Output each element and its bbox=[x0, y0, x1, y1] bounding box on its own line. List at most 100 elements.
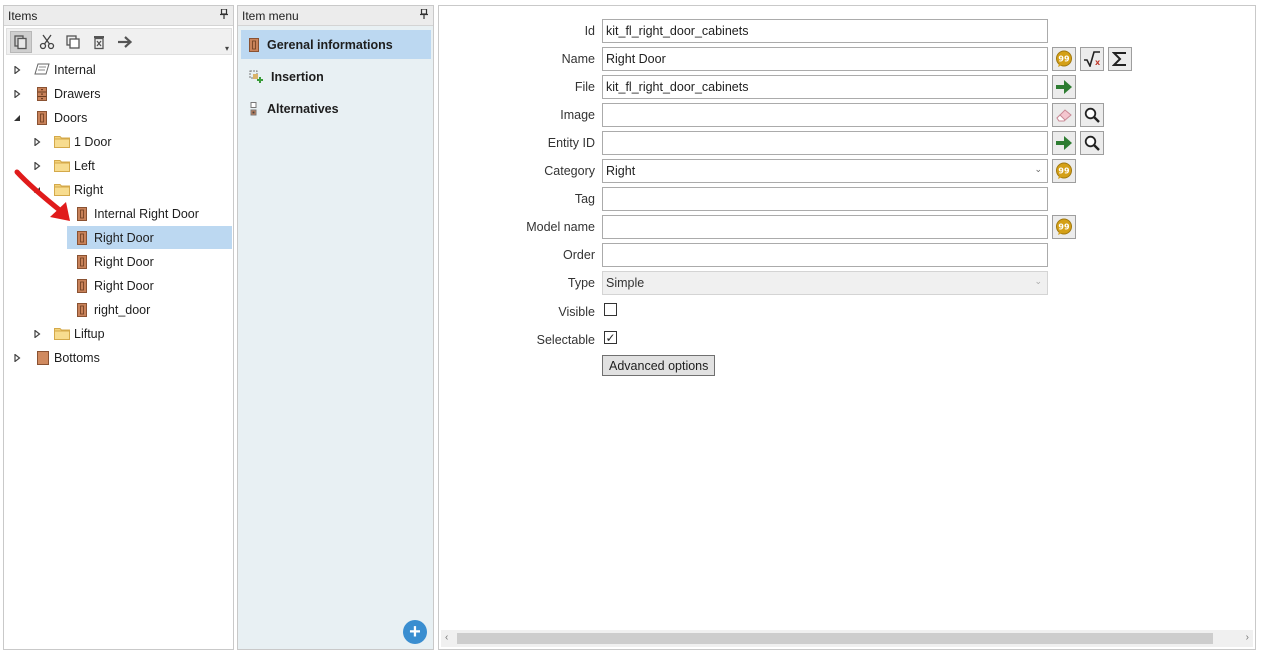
chevron-down-icon[interactable]: ⌄ bbox=[1034, 164, 1042, 175]
delete-icon[interactable] bbox=[88, 31, 110, 53]
insertion-icon bbox=[249, 70, 263, 83]
collapsed-arrow-icon[interactable] bbox=[32, 137, 42, 147]
svg-text:x: x bbox=[1095, 58, 1101, 67]
name-field[interactable]: Right Door bbox=[602, 47, 1048, 71]
pin-icon[interactable] bbox=[419, 8, 429, 22]
image-field[interactable] bbox=[602, 103, 1048, 127]
expanded-arrow-icon[interactable] bbox=[12, 113, 22, 123]
items-panel: Items ▾ Internal Drawers Doors 1 Door Left Ri… bbox=[3, 5, 234, 650]
door-icon bbox=[77, 255, 87, 272]
search-icon bbox=[1084, 135, 1100, 151]
row-entity-id: Entity ID bbox=[439, 131, 1255, 155]
row-name: Name Right Door 99 x bbox=[439, 47, 1255, 71]
toolbar-overflow-icon[interactable]: ▾ bbox=[225, 44, 229, 53]
menu-item-insertion[interactable]: Insertion bbox=[241, 62, 431, 91]
menu-item-label: Insertion bbox=[271, 69, 324, 84]
tree-node[interactable]: Doors bbox=[4, 106, 233, 130]
tree-node[interactable]: Right Door bbox=[4, 250, 233, 274]
menu-item-alternatives[interactable]: Alternatives bbox=[241, 94, 431, 123]
translate-button[interactable]: 99 bbox=[1052, 47, 1076, 71]
item-menu-title: Item menu bbox=[242, 8, 299, 23]
tree-node-label: Internal bbox=[54, 63, 96, 77]
tree-node-label: Right Door bbox=[94, 255, 154, 269]
entity-id-field[interactable] bbox=[602, 131, 1048, 155]
row-file: File kit_fl_right_door_cabinets bbox=[439, 75, 1255, 99]
name-label: Name bbox=[561, 52, 595, 66]
formula-button[interactable]: x bbox=[1080, 47, 1104, 71]
item-menu-panel: Item menu Gerenal informations Insertion… bbox=[237, 5, 434, 650]
tree-node-label: Doors bbox=[54, 111, 88, 125]
add-circle-icon[interactable]: + bbox=[403, 620, 427, 644]
translate-icon: 99 bbox=[1056, 162, 1072, 179]
row-order: Order bbox=[439, 243, 1255, 267]
tree-node[interactable]: Drawers bbox=[4, 82, 233, 106]
door-icon bbox=[249, 37, 259, 52]
type-label: Type bbox=[567, 276, 595, 290]
cut-icon[interactable] bbox=[36, 31, 58, 53]
green-arrow-icon bbox=[1056, 136, 1072, 150]
pin-icon[interactable] bbox=[219, 8, 229, 22]
tag-label: Tag bbox=[574, 192, 595, 206]
search-icon bbox=[1084, 107, 1100, 123]
copy-icon[interactable] bbox=[10, 30, 32, 53]
type-select: Simple ⌄ bbox=[602, 271, 1048, 295]
translate-icon: 99 bbox=[1056, 218, 1072, 235]
visible-label: Visible bbox=[558, 305, 595, 319]
collapsed-arrow-icon[interactable] bbox=[12, 65, 22, 75]
model-name-field[interactable] bbox=[602, 215, 1048, 239]
door-icon bbox=[77, 231, 87, 248]
tree-node[interactable]: Bottoms bbox=[4, 346, 233, 370]
collapsed-arrow-icon[interactable] bbox=[12, 89, 22, 99]
clear-image-button[interactable] bbox=[1052, 103, 1076, 127]
scroll-right-icon[interactable]: › bbox=[1246, 632, 1249, 643]
bottom-icon bbox=[37, 351, 49, 368]
chevron-down-icon: ⌄ bbox=[1034, 276, 1042, 286]
tree-node-label: Right Door bbox=[94, 279, 154, 293]
tree-node-label: right_door bbox=[94, 303, 151, 317]
collapsed-arrow-icon[interactable] bbox=[32, 329, 42, 339]
tree-node[interactable]: right_door bbox=[4, 298, 233, 322]
visible-checkbox[interactable] bbox=[604, 303, 617, 316]
advanced-options-button[interactable]: Advanced options bbox=[602, 355, 716, 376]
door-icon bbox=[77, 279, 87, 296]
sigma-icon bbox=[1112, 52, 1126, 66]
type-value: Simple bbox=[606, 276, 645, 290]
scroll-left-icon[interactable]: ‹ bbox=[445, 632, 448, 643]
svg-text:99: 99 bbox=[1058, 167, 1070, 176]
file-field[interactable]: kit_fl_right_door_cabinets bbox=[602, 75, 1048, 99]
row-category: Category Right ⌄ 99 bbox=[439, 159, 1255, 183]
items-panel-header: Items bbox=[4, 6, 233, 26]
scrollbar-thumb[interactable] bbox=[457, 633, 1213, 644]
item-menu-header: Item menu bbox=[238, 6, 433, 26]
duplicate-icon[interactable] bbox=[62, 31, 84, 53]
go-entity-button[interactable] bbox=[1052, 131, 1076, 155]
tree-node-label: Liftup bbox=[74, 327, 105, 341]
selectable-label: Selectable bbox=[536, 333, 595, 347]
translate-category-button[interactable]: 99 bbox=[1052, 159, 1076, 183]
translate-model-button[interactable]: 99 bbox=[1052, 215, 1076, 239]
order-field[interactable] bbox=[602, 243, 1048, 267]
tree-node-label: Internal Right Door bbox=[94, 207, 199, 221]
id-field[interactable]: kit_fl_right_door_cabinets bbox=[602, 19, 1048, 43]
category-select[interactable]: Right ⌄ bbox=[602, 159, 1048, 183]
collapsed-arrow-icon[interactable] bbox=[12, 353, 22, 363]
tag-field[interactable] bbox=[602, 187, 1048, 211]
eraser-icon bbox=[1056, 109, 1072, 122]
annotation-arrow-icon bbox=[14, 169, 70, 221]
menu-item-general-informations[interactable]: Gerenal informations bbox=[241, 30, 431, 59]
tree-node[interactable]: Liftup bbox=[4, 322, 233, 346]
browse-image-button[interactable] bbox=[1080, 103, 1104, 127]
search-entity-button[interactable] bbox=[1080, 131, 1104, 155]
tree-node[interactable]: 1 Door bbox=[4, 130, 233, 154]
horizontal-scrollbar[interactable]: ‹ › bbox=[441, 630, 1253, 647]
drawer-icon bbox=[37, 87, 47, 104]
tree-node[interactable]: Internal bbox=[4, 58, 233, 82]
tree-node[interactable]: Right Door bbox=[4, 226, 233, 250]
items-toolbar: ▾ bbox=[6, 28, 232, 55]
id-label: Id bbox=[584, 24, 595, 38]
move-icon[interactable] bbox=[114, 31, 136, 53]
sum-button[interactable] bbox=[1108, 47, 1132, 71]
open-file-button[interactable] bbox=[1052, 75, 1076, 99]
selectable-checkbox[interactable]: ✓ bbox=[604, 331, 617, 344]
tree-node[interactable]: Right Door bbox=[4, 274, 233, 298]
